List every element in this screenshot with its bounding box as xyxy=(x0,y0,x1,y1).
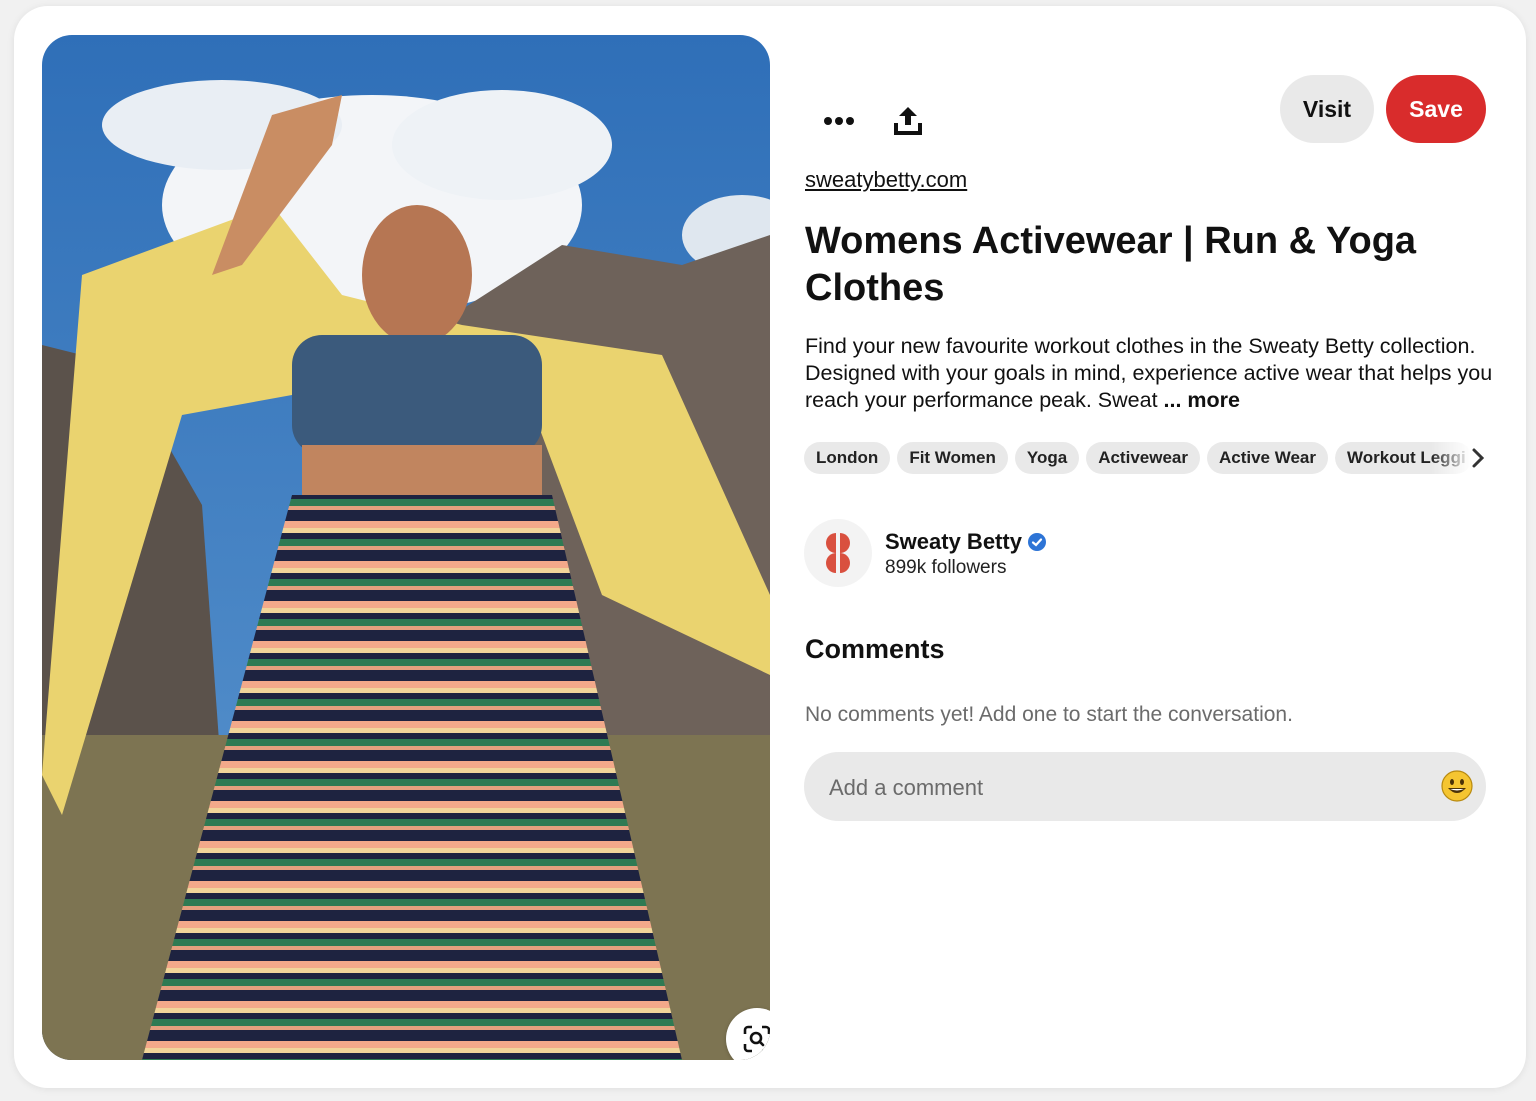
source-link[interactable]: sweatybetty.com xyxy=(805,167,967,193)
comment-input[interactable] xyxy=(827,752,1421,823)
creator-followers: 899k followers xyxy=(885,557,1007,578)
smiley-emoji-icon[interactable] xyxy=(1440,769,1474,803)
more-link[interactable]: ... more xyxy=(1164,388,1240,412)
save-button[interactable]: Save xyxy=(1386,75,1486,143)
creator-name-row[interactable]: Sweaty Betty xyxy=(885,529,1046,555)
tag-workout-leggings[interactable]: Workout Leggi xyxy=(1335,442,1472,474)
pin-image[interactable] xyxy=(42,35,770,1060)
comment-box xyxy=(804,752,1486,823)
visual-search-icon xyxy=(743,1025,770,1053)
description-text: Find your new favourite workout clothes … xyxy=(805,334,1493,412)
visit-button[interactable]: Visit xyxy=(1280,75,1374,143)
more-options-button[interactable] xyxy=(818,102,860,140)
creator-name[interactable]: Sweaty Betty xyxy=(885,529,1022,555)
tag-active-wear[interactable]: Active Wear xyxy=(1206,442,1328,474)
tag-yoga[interactable]: Yoga xyxy=(1014,442,1080,474)
tag-fit-women[interactable]: Fit Women xyxy=(897,442,1008,474)
no-comments-text: No comments yet! Add one to start the co… xyxy=(805,703,1293,726)
pin-description: Find your new favourite workout clothes … xyxy=(805,333,1495,414)
creator-avatar[interactable] xyxy=(804,519,872,587)
pin-title: Womens Activewear | Run & Yoga Clothes xyxy=(805,220,1417,309)
sweaty-betty-logo xyxy=(826,533,850,573)
comments-heading: Comments xyxy=(805,634,945,664)
share-upload-icon xyxy=(894,107,922,135)
tag-list: London Fit Women Yoga Activewear Active … xyxy=(804,442,1472,474)
pin-photo-illustration xyxy=(42,35,770,1060)
tag-activewear[interactable]: Activewear xyxy=(1086,442,1200,474)
share-button[interactable] xyxy=(888,100,928,140)
chevron-right-icon xyxy=(1472,448,1485,468)
tag-london[interactable]: London xyxy=(804,442,891,474)
verified-badge-icon xyxy=(1027,533,1046,551)
ellipsis-icon xyxy=(824,117,854,125)
tags-scroll-right-button[interactable] xyxy=(1468,446,1488,470)
